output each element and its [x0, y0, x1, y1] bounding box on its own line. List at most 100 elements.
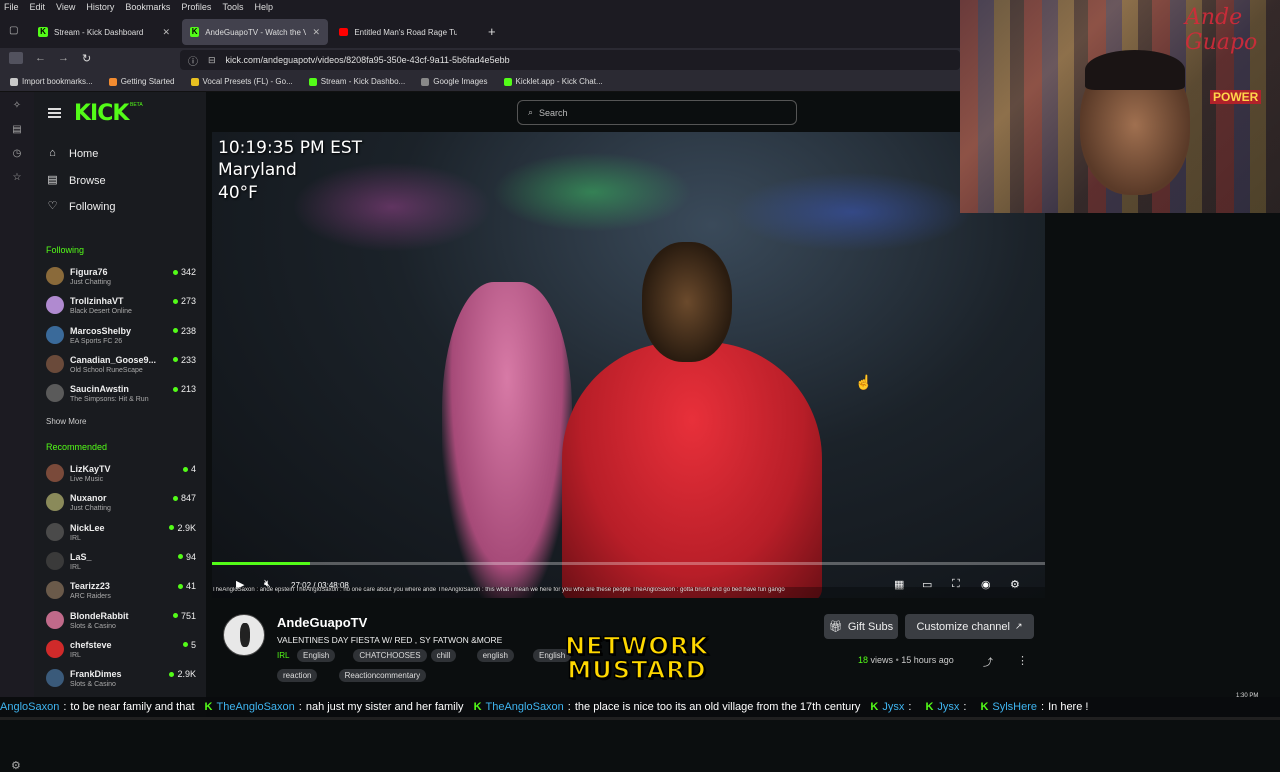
back-icon[interactable]: ←: [35, 52, 46, 64]
avatar: [46, 610, 64, 629]
person-body: [562, 342, 822, 598]
sidebar-channel-nuxanor[interactable]: Nuxanor Just Chatting 847: [46, 491, 196, 517]
tab-list-icon[interactable]: ▢: [9, 25, 18, 36]
tab-kick-dashboard[interactable]: K Stream - Kick Dashboard ✕: [30, 19, 178, 45]
live-dot-icon: [172, 328, 178, 334]
sidebar-channel-las-[interactable]: LaS_ IRL 94: [46, 550, 196, 576]
nav-following[interactable]: ♡ Following: [46, 200, 116, 213]
tag-pill[interactable]: Reactioncommentary: [338, 669, 427, 682]
sidebar-channel-frankdimes[interactable]: FrankDimes Slots & Casino 2.9K: [46, 667, 196, 693]
menu-item-history[interactable]: History: [86, 2, 114, 12]
reload-icon[interactable]: ↻: [82, 52, 91, 65]
more-options-icon[interactable]: ⋮: [1017, 654, 1028, 667]
nav-browse[interactable]: ▤ Browse: [46, 174, 105, 187]
tab-youtube-road-rage[interactable]: Entitled Man's Road Rage Turns: [331, 19, 465, 45]
menu-item-help[interactable]: Help: [254, 2, 273, 12]
close-tab-icon[interactable]: ✕: [162, 27, 170, 38]
url-bar[interactable]: ⓘ ⊟ kick.com/andeguapotv/videos/8208fa95…: [180, 50, 960, 70]
bookmark-item[interactable]: Kicklet.app - Kick Chat...: [503, 77, 603, 86]
tag-pill[interactable]: reaction: [277, 669, 318, 682]
bookmark-item[interactable]: Google Images: [421, 77, 488, 86]
hamburger-menu-icon[interactable]: [48, 108, 61, 118]
video-player[interactable]: 10:19:35 PM EST Maryland 40°F ☝ ▶ 🔇︎ 27:…: [212, 132, 1045, 598]
sidebar-channel-saucinawstin[interactable]: SaucinAwstin The Simpsons: Hit & Run 213: [46, 382, 196, 408]
sidebar-channel-lizkaytv[interactable]: LizKayTV Live Music 4: [46, 462, 196, 488]
nav-home[interactable]: ⌂ Home: [46, 147, 98, 160]
chat-username: SylsHere: [992, 701, 1038, 713]
kick-badge-icon: K: [980, 701, 989, 713]
overlay-location: Maryland: [218, 160, 297, 180]
menu-item-bookmarks[interactable]: Bookmarks: [125, 2, 170, 12]
info-icon[interactable]: ⓘ: [188, 53, 198, 68]
gear-icon[interactable]: ⚙: [11, 759, 21, 772]
view-stats: 18 views • 15 hours ago: [858, 655, 954, 665]
sidebar-channel-chefsteve[interactable]: chefsteve IRL 5: [46, 638, 196, 664]
chat-separator: :: [63, 701, 67, 713]
show-more-link[interactable]: Show More: [46, 417, 86, 426]
channel-avatar[interactable]: [223, 614, 265, 656]
channel-category: EA Sports FC 26: [70, 337, 123, 345]
viewer-count-value: 213: [180, 384, 196, 395]
gift-subs-label: Gift Subs: [847, 620, 894, 633]
menu-item-file[interactable]: File: [4, 2, 19, 12]
channel-category: IRL: [70, 651, 81, 659]
share-icon[interactable]: ⤴: [983, 654, 993, 669]
bookmark-item[interactable]: Stream - Kick Dashbo...: [308, 77, 405, 86]
tab-andeguapotv[interactable]: K AndeGuapoTV - Watch the VO ✕: [182, 19, 328, 45]
bookmark-item[interactable]: Getting Started: [108, 77, 175, 86]
avatar: [46, 354, 64, 373]
tag-pill[interactable]: CHATCHOOSES: [353, 649, 427, 662]
progress-bar[interactable]: [212, 562, 1045, 565]
channel-name: LizKayTV: [70, 464, 111, 474]
customize-channel-button[interactable]: Customize channel ↗: [905, 614, 1034, 639]
sidebar-channel-blonderabbit[interactable]: BlondeRabbit Slots & Casino 751: [46, 609, 196, 635]
live-dot-icon: [169, 671, 175, 677]
viewer-count: 94: [177, 551, 196, 562]
menu-item-view[interactable]: View: [56, 2, 75, 12]
history-icon[interactable]: ▤: [11, 124, 23, 136]
menu-item-tools[interactable]: Tools: [222, 2, 243, 12]
sidebar-channel-tearizz23[interactable]: Tearizz23 ARC Raiders 41: [46, 579, 196, 605]
live-dot-icon: [172, 495, 178, 501]
ai-sparkle-icon[interactable]: ✧: [11, 100, 23, 112]
viewer-count: 273: [172, 296, 196, 306]
forward-icon[interactable]: →: [58, 52, 69, 64]
bookmark-item[interactable]: Import bookmarks...: [10, 77, 93, 86]
kick-badge-icon: K: [204, 701, 213, 713]
lock-icon[interactable]: ⊟: [208, 55, 216, 66]
avatar: [46, 581, 64, 600]
star-icon[interactable]: ☆: [11, 172, 23, 184]
category-link[interactable]: IRL: [277, 651, 289, 660]
progress-fill: [212, 562, 311, 565]
sidebar-channel-trollzinhavt[interactable]: TrollzinhaVT Black Desert Online 273: [46, 294, 196, 320]
channel-name: LaS_: [70, 551, 92, 562]
bookmark-item[interactable]: Vocal Presets (FL) - Go...: [190, 77, 293, 86]
sidebar-channel-canadian-goose9-[interactable]: Canadian_Goose9... Old School RuneScape 23…: [46, 353, 196, 379]
bookmark-label: Import bookmarks...: [22, 77, 93, 86]
menu-item-profiles[interactable]: Profiles: [181, 2, 211, 12]
search-input[interactable]: ⌕ Search: [517, 100, 797, 125]
avatar: [46, 325, 64, 344]
chat-message: In here !: [1048, 701, 1089, 713]
tag-pill[interactable]: english: [476, 649, 514, 662]
sidebar-channel-marcosshelby[interactable]: MarcosShelby EA Sports FC 26 238: [46, 324, 196, 350]
tag-pill[interactable]: English: [297, 649, 336, 662]
tab-label: AndeGuapoTV - Watch the VO: [205, 27, 307, 37]
clock-icon[interactable]: ◷: [11, 148, 23, 160]
tag-pill[interactable]: chill: [430, 649, 457, 662]
close-tab-icon[interactable]: ✕: [312, 27, 320, 38]
sidebar-toggle-icon[interactable]: [9, 52, 23, 64]
kick-logo[interactable]: KICK: [74, 101, 129, 126]
menu-item-edit[interactable]: Edit: [30, 2, 46, 12]
sidebar-channel-nicklee[interactable]: NickLee IRL 2.9K: [46, 521, 196, 547]
sidebar-channel-figura76[interactable]: Figura76 Just Chatting 342: [46, 265, 196, 291]
gift-subs-button[interactable]: 🎁︎ Gift Subs: [824, 614, 898, 639]
viewer-count: 4: [182, 464, 196, 474]
viewer-count-value: 94: [185, 551, 196, 562]
channel-name: BlondeRabbit: [70, 610, 129, 621]
channel-name[interactable]: AndeGuapoTV: [277, 615, 367, 630]
new-tab-icon[interactable]: +: [488, 24, 496, 39]
live-dot-icon: [172, 386, 178, 392]
views-count: 18: [858, 655, 869, 665]
url-text[interactable]: kick.com/andeguapotv/videos/8208fa95-350…: [226, 55, 510, 65]
